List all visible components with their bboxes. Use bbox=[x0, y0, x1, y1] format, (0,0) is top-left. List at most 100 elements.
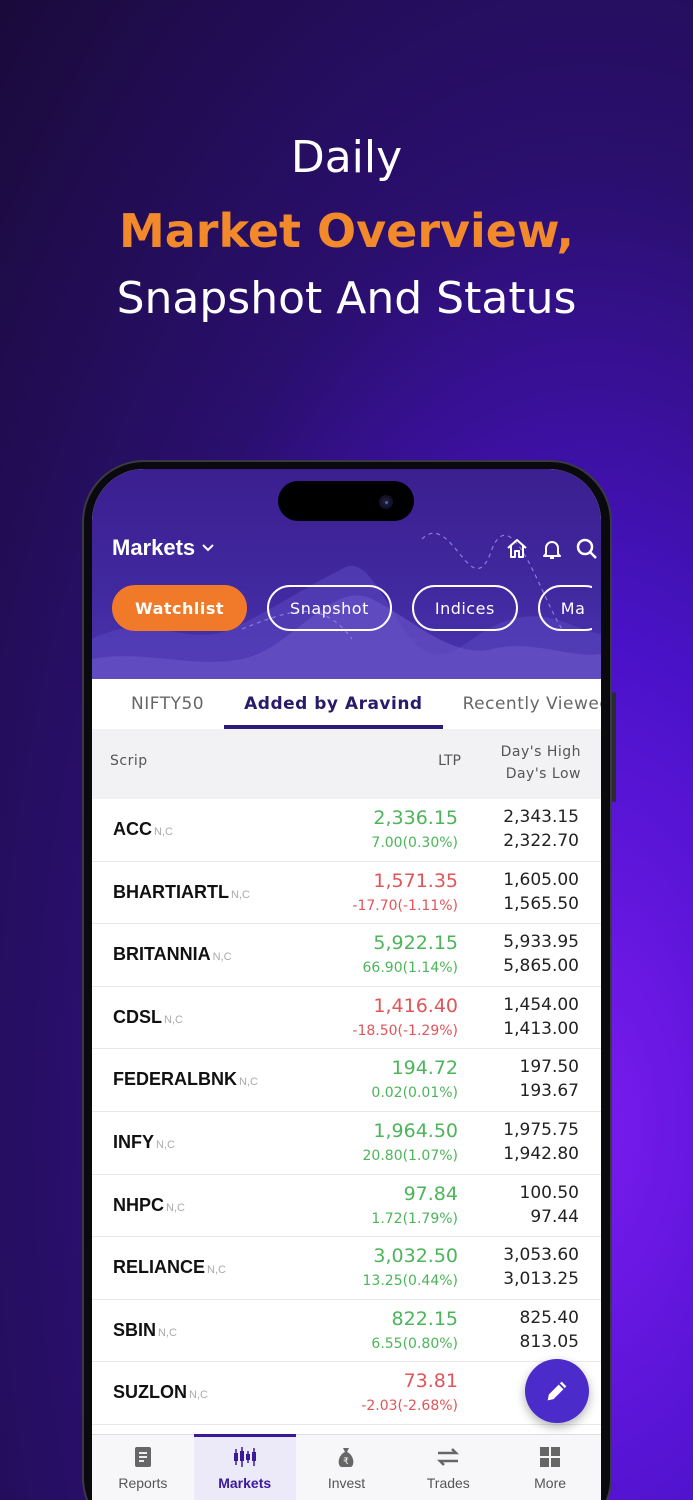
table-row[interactable]: INFY N,C 1,964.50 20.80(1.07%) 1,975.75 1,942… bbox=[92, 1111, 601, 1175]
column-header-day-low: Day's Low bbox=[505, 766, 581, 782]
scrip-name: CDSL bbox=[113, 1006, 162, 1027]
day-low-value: 1,565.50 bbox=[503, 893, 579, 914]
nav-label: Trades bbox=[426, 1475, 470, 1491]
exchange-tag: N,C bbox=[230, 888, 250, 901]
subtab-nifty50[interactable]: NIFTY50 bbox=[92, 679, 224, 729]
nav-invest[interactable]: ₹ Invest bbox=[296, 1435, 398, 1500]
change-value: 20.80(1.07%) bbox=[362, 1147, 458, 1164]
ltp-value: 822.15 bbox=[391, 1307, 458, 1330]
subtab-added-by-aravind[interactable]: Added by Aravind bbox=[224, 679, 444, 729]
ltp-value: 1,964.50 bbox=[373, 1119, 458, 1142]
ltp-value: 97.84 bbox=[403, 1182, 458, 1205]
trades-icon bbox=[437, 1448, 460, 1466]
scrip-symbol: SBIN N,C bbox=[113, 1320, 177, 1341]
markets-dropdown[interactable]: Markets bbox=[112, 535, 215, 561]
ltp-value: 73.81 bbox=[403, 1370, 458, 1393]
table-row[interactable]: BRITANNIA N,C 5,922.15 66.90(1.14%) 5,933.95… bbox=[92, 924, 601, 987]
day-high-value: 1,605.00 bbox=[503, 869, 579, 890]
scrip-name: RELIANCE bbox=[113, 1257, 206, 1278]
change-value: 13.25(0.44%) bbox=[362, 1273, 458, 1290]
subtab-recently-viewed[interactable]: Recently Viewed bbox=[443, 679, 601, 729]
nav-markets[interactable]: Markets bbox=[193, 1434, 296, 1500]
scrip-symbol: BRITANNIA N,C bbox=[113, 944, 232, 965]
scrip-name: SBIN bbox=[113, 1319, 157, 1340]
home-icon[interactable] bbox=[505, 537, 529, 561]
column-header-ltp: LTP bbox=[438, 753, 461, 769]
scrip-name: SUZLON bbox=[113, 1382, 187, 1403]
promo-line-market-overview: Market Overview, bbox=[118, 204, 574, 258]
phone-screen: Markets Watchlist Snapshot Indices Ma NI… bbox=[92, 469, 601, 1500]
ltp-value: 1,571.35 bbox=[373, 869, 458, 892]
change-value: -17.70(-1.11%) bbox=[352, 897, 458, 914]
table-row[interactable]: SBIN N,C 822.15 6.55(0.80%) 825.40 813.05 bbox=[92, 1299, 601, 1363]
nav-label: Reports bbox=[118, 1475, 168, 1491]
day-high-value: 3,053.60 bbox=[503, 1245, 579, 1266]
scrip-symbol: BHARTIARTL N,C bbox=[113, 882, 250, 903]
pill-snapshot[interactable]: Snapshot bbox=[267, 585, 392, 631]
table-row[interactable]: ACC N,C 2,336.15 7.00(0.30%) 2,343.15 2,322.7… bbox=[92, 799, 601, 862]
pencil-icon bbox=[547, 1381, 567, 1401]
table-row[interactable]: BHARTIARTL N,C 1,571.35 -17.70(-1.11%) 1,605… bbox=[92, 861, 601, 925]
nav-label: Markets bbox=[218, 1475, 272, 1491]
invest-icon: ₹ bbox=[339, 1448, 354, 1467]
nav-label: Invest bbox=[327, 1475, 366, 1491]
reports-icon bbox=[134, 1447, 151, 1467]
svg-text:₹: ₹ bbox=[344, 1457, 350, 1467]
day-high-value: 1,454.00 bbox=[503, 994, 579, 1015]
pill-watchlist[interactable]: Watchlist bbox=[112, 585, 248, 631]
change-value: -2.03(-2.68%) bbox=[361, 1398, 458, 1415]
market-pill-tabs: Watchlist Snapshot Indices Ma bbox=[112, 585, 592, 631]
pill-indices[interactable]: Indices bbox=[411, 585, 518, 631]
table-row[interactable]: CDSL N,C 1,416.40 -18.50(-1.29%) 1,454.00 1,4… bbox=[92, 986, 601, 1050]
markets-icon bbox=[233, 1447, 256, 1467]
scrip-name: BRITANNIA bbox=[113, 944, 211, 965]
scrip-symbol: ACC N,C bbox=[113, 819, 173, 840]
exchange-tag: N,C bbox=[166, 1201, 185, 1214]
exchange-tag: N,C bbox=[239, 1076, 258, 1089]
change-value: 6.55(0.80%) bbox=[371, 1335, 458, 1352]
day-low-value: 193.67 bbox=[519, 1081, 579, 1102]
day-low-value: 97.44 bbox=[530, 1206, 579, 1227]
scrip-name: NHPC bbox=[113, 1194, 165, 1215]
nav-reports[interactable]: Reports bbox=[92, 1435, 194, 1500]
day-low-value: 1,413.00 bbox=[503, 1018, 579, 1039]
exchange-tag: N,C bbox=[164, 1013, 183, 1026]
bell-icon[interactable] bbox=[540, 537, 564, 561]
nav-more[interactable]: More bbox=[499, 1435, 601, 1500]
day-high-value: 197.50 bbox=[519, 1057, 579, 1078]
search-icon[interactable] bbox=[575, 537, 599, 561]
scrip-symbol: INFY N,C bbox=[113, 1132, 175, 1153]
exchange-tag: N,C bbox=[212, 951, 232, 964]
table-row[interactable]: RELIANCE N,C 3,032.50 13.25(0.44%) 3,053.60 3… bbox=[92, 1237, 601, 1300]
more-grid-icon bbox=[540, 1447, 561, 1467]
watchlist-subtabs: NIFTY50 Added by Aravind Recently Viewed bbox=[92, 679, 601, 729]
day-low-value: 3,013.25 bbox=[503, 1269, 579, 1290]
column-header-day-high: Day's High bbox=[500, 744, 581, 760]
scrip-name: ACC bbox=[113, 819, 152, 839]
scrip-symbol: RELIANCE N,C bbox=[113, 1257, 226, 1278]
page-title: Markets bbox=[112, 535, 196, 560]
exchange-tag: N,C bbox=[207, 1264, 226, 1277]
change-value: 7.00(0.30%) bbox=[371, 835, 458, 851]
change-value: 0.02(0.01%) bbox=[371, 1085, 458, 1102]
camera-icon bbox=[379, 495, 393, 509]
watchlist-rows: ACC N,C 2,336.15 7.00(0.30%) 2,343.15 2,322.7… bbox=[92, 799, 601, 1425]
exchange-tag: N,C bbox=[158, 1326, 177, 1339]
ltp-value: 2,336.15 bbox=[373, 807, 458, 829]
scrip-symbol: SUZLON N,C bbox=[113, 1382, 208, 1403]
ltp-value: 1,416.40 bbox=[373, 994, 458, 1017]
exchange-tag: N,C bbox=[154, 826, 173, 838]
nav-label: More bbox=[534, 1475, 567, 1491]
markets-header: Markets Watchlist Snapshot Indices Ma bbox=[92, 469, 601, 679]
change-value: 1.72(1.79%) bbox=[371, 1210, 458, 1227]
edit-watchlist-button[interactable] bbox=[525, 1359, 589, 1423]
promo-line-daily: Daily bbox=[290, 132, 403, 183]
day-high-value: 1,975.75 bbox=[503, 1119, 579, 1140]
scrip-name: BHARTIARTL bbox=[113, 881, 229, 902]
table-row[interactable]: NHPC N,C 97.84 1.72(1.79%) 100.50 97.44 bbox=[92, 1174, 601, 1238]
nav-trades[interactable]: Trades bbox=[397, 1435, 499, 1500]
exchange-tag: N,C bbox=[156, 1138, 175, 1151]
ltp-value: 5,922.15 bbox=[373, 932, 458, 955]
pill-more-markets[interactable]: Ma bbox=[537, 585, 592, 631]
table-row[interactable]: FEDERALBNK N,C 194.72 0.02(0.01%) 197.50 193.… bbox=[92, 1049, 601, 1112]
